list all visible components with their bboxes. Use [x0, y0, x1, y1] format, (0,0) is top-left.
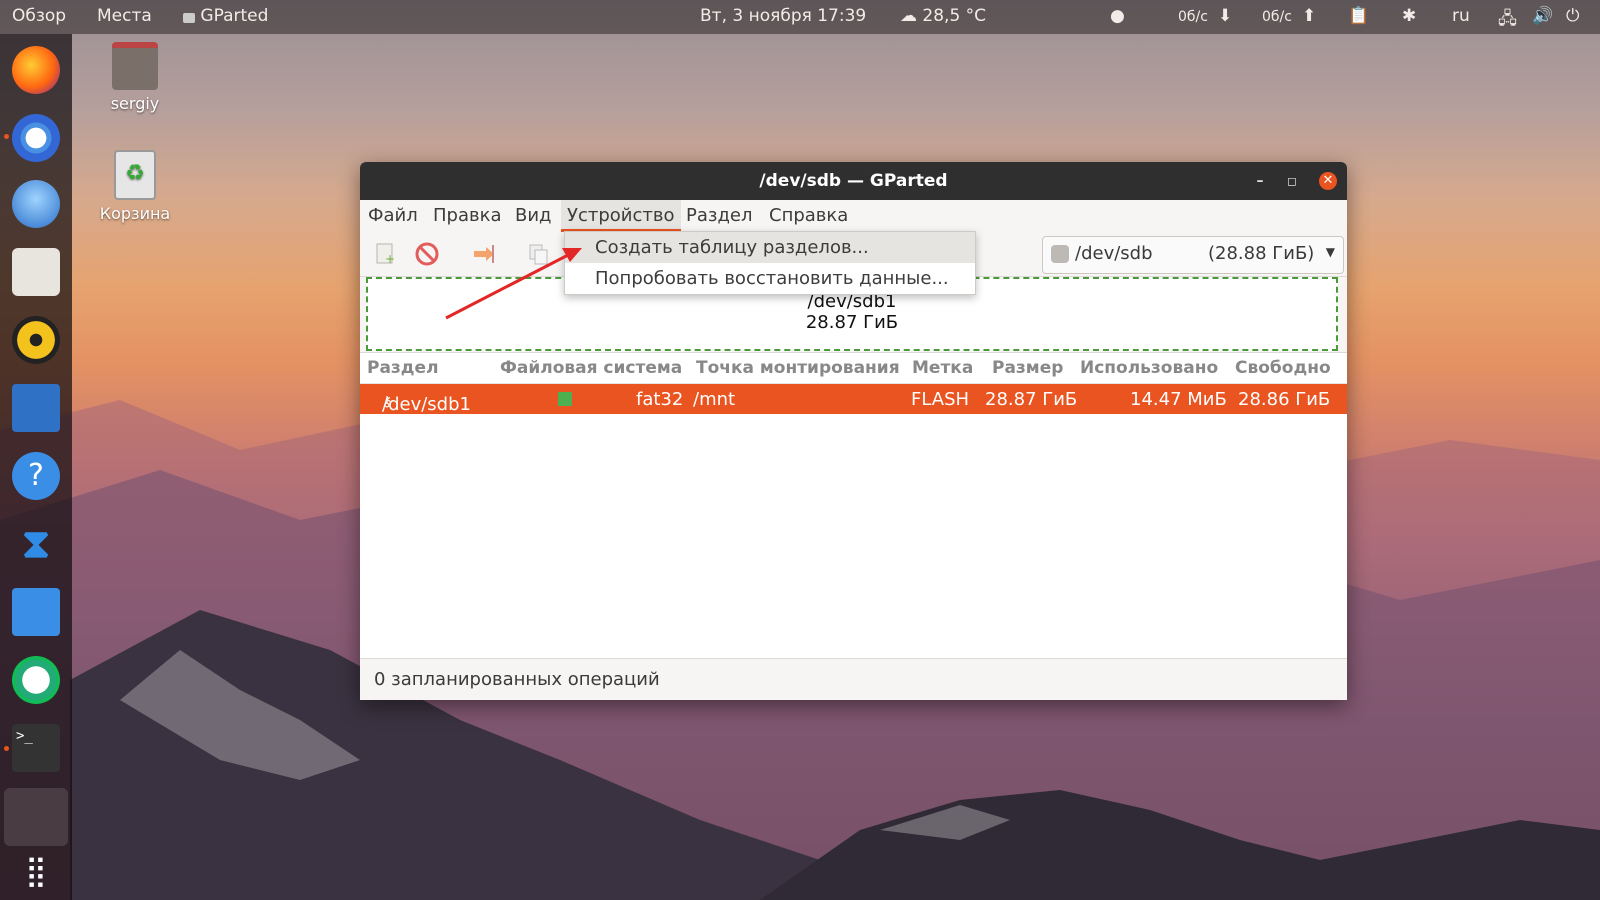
gparted-dock-icon[interactable]	[4, 788, 68, 846]
col-partition[interactable]: Раздел	[367, 358, 439, 378]
key-icon: ⚷	[382, 394, 393, 410]
disk-icon	[1051, 245, 1069, 263]
top-bar: Обзор Места GParted Вт, 3 ноября 17:39 ☁…	[0, 0, 1600, 34]
weather-temp: 28,5 °C	[922, 6, 987, 26]
cell-free: 28.86 ГиБ	[1238, 389, 1331, 410]
svg-text:+: +	[385, 252, 395, 266]
gparted-small-icon	[183, 13, 195, 23]
running-indicator	[4, 134, 9, 139]
partition-table: Раздел Файловая система Точка монтирован…	[360, 352, 1347, 659]
device-selector[interactable]: /dev/sdb (28.88 ГиБ) ▼	[1042, 236, 1344, 274]
device-name: /dev/sdb	[1075, 243, 1153, 264]
clipboard-icon[interactable]: 📋	[1348, 6, 1369, 26]
window-title: /dev/sdb — GParted	[759, 171, 948, 191]
cell-label: FLASH	[911, 389, 970, 410]
home-folder-icon	[112, 42, 158, 90]
files-icon[interactable]	[12, 248, 60, 296]
dock: ? ⧗ >_ ⣿	[0, 34, 72, 900]
activities-button[interactable]: Обзор	[12, 6, 66, 26]
delete-partition-icon[interactable]	[414, 241, 440, 267]
resize-move-icon[interactable]	[470, 241, 496, 267]
net-up-speed: 0б/с	[1262, 9, 1292, 25]
pending-operations: 0 запланированных операций	[374, 669, 660, 690]
vscode-icon[interactable]: ⧗	[12, 520, 60, 568]
cell-used: 14.47 МиБ	[1130, 389, 1227, 410]
network-icon[interactable]: 🖧	[1498, 6, 1517, 35]
trash-label: Корзина	[99, 204, 171, 223]
running-indicator	[4, 746, 9, 751]
terminal-icon[interactable]: >_	[12, 724, 60, 772]
home-folder-label: sergiy	[110, 94, 160, 113]
menu-edit[interactable]: Правка	[427, 205, 508, 226]
maximize-icon[interactable]: ◻	[1283, 172, 1301, 190]
weather-icon: ☁	[900, 6, 917, 26]
rhythmbox-icon[interactable]	[12, 316, 60, 364]
weather-indicator[interactable]: ☁ 28,5 °C	[900, 6, 986, 26]
arrow-up-icon: ⬆	[1302, 6, 1317, 26]
menu-partition[interactable]: Раздел	[680, 205, 758, 226]
menu-device[interactable]: Устройство	[561, 200, 681, 232]
app-menu[interactable]: GParted	[183, 6, 268, 26]
menu-bar: Файл Правка Вид Устройство Раздел Справк…	[360, 200, 1347, 232]
menu-item-create-partition-table[interactable]: Создать таблицу разделов...	[565, 232, 975, 263]
system-monitor-icon[interactable]	[12, 588, 60, 636]
device-menu-dropdown: Создать таблицу разделов... Попробовать …	[564, 231, 976, 295]
language-indicator[interactable]: ru	[1452, 6, 1470, 26]
cell-mountpoint: /mnt	[693, 389, 736, 410]
col-filesystem[interactable]: Файловая система	[500, 358, 682, 378]
menu-help[interactable]: Справка	[763, 205, 854, 226]
net-down-speed: 0б/с	[1178, 9, 1208, 25]
thunderbird-icon[interactable]	[12, 180, 60, 228]
app-grid-icon[interactable]: ⣿	[12, 848, 60, 896]
arrow-down-icon: ⬇	[1218, 6, 1233, 26]
menu-view[interactable]: Вид	[509, 205, 558, 226]
power-icon[interactable]: ⏻	[1566, 6, 1579, 26]
writer-icon[interactable]	[12, 384, 60, 432]
clock[interactable]: Вт, 3 ноября 17:39	[700, 6, 866, 26]
minimize-icon[interactable]: –	[1251, 172, 1269, 190]
col-used[interactable]: Использовано	[1080, 358, 1218, 378]
remmina-icon[interactable]	[12, 656, 60, 704]
table-header: Раздел Файловая система Точка монтирован…	[360, 353, 1347, 384]
firefox-icon[interactable]	[12, 46, 60, 94]
menu-item-attempt-data-rescue[interactable]: Попробовать восстановить данные...	[565, 263, 975, 294]
partition-name: /dev/sdb1	[382, 394, 471, 415]
cell-size: 28.87 ГиБ	[985, 389, 1078, 410]
trash-icon: ♻	[114, 150, 156, 200]
title-bar[interactable]: /dev/sdb — GParted – ◻ ✕	[360, 162, 1347, 200]
app-menu-label: GParted	[200, 6, 269, 26]
fs-color-swatch	[558, 392, 572, 406]
desktop-home-folder[interactable]: sergiy	[90, 42, 180, 113]
menu-file[interactable]: Файл	[362, 205, 424, 226]
chromium-icon[interactable]	[12, 114, 60, 162]
close-icon[interactable]: ✕	[1319, 172, 1337, 190]
help-icon[interactable]: ?	[12, 452, 60, 500]
new-partition-icon[interactable]: +	[372, 241, 398, 267]
status-bar: 0 запланированных операций	[360, 658, 1347, 701]
places-menu[interactable]: Места	[97, 6, 152, 26]
col-size[interactable]: Размер	[992, 358, 1063, 378]
device-size: (28.88 ГиБ)	[1208, 243, 1315, 264]
col-mountpoint[interactable]: Точка монтирования	[696, 358, 900, 378]
graph-partition-size: 28.87 ГиБ	[805, 312, 899, 333]
copy-icon[interactable]	[526, 241, 552, 267]
indicator-icon[interactable]: ●	[1110, 6, 1125, 26]
chevron-down-icon: ▼	[1325, 245, 1335, 259]
col-free[interactable]: Свободно	[1235, 358, 1331, 378]
col-label[interactable]: Метка	[912, 358, 973, 378]
cell-filesystem: fat32	[636, 389, 684, 410]
table-row[interactable]: /dev/sdb1 ⚷ fat32 /mnt FLASH 28.87 ГиБ 1…	[360, 384, 1347, 415]
desktop-trash[interactable]: ♻ Корзина	[90, 150, 180, 223]
accessibility-icon[interactable]: ✱	[1402, 6, 1416, 26]
volume-icon[interactable]: 🔊	[1532, 6, 1553, 26]
